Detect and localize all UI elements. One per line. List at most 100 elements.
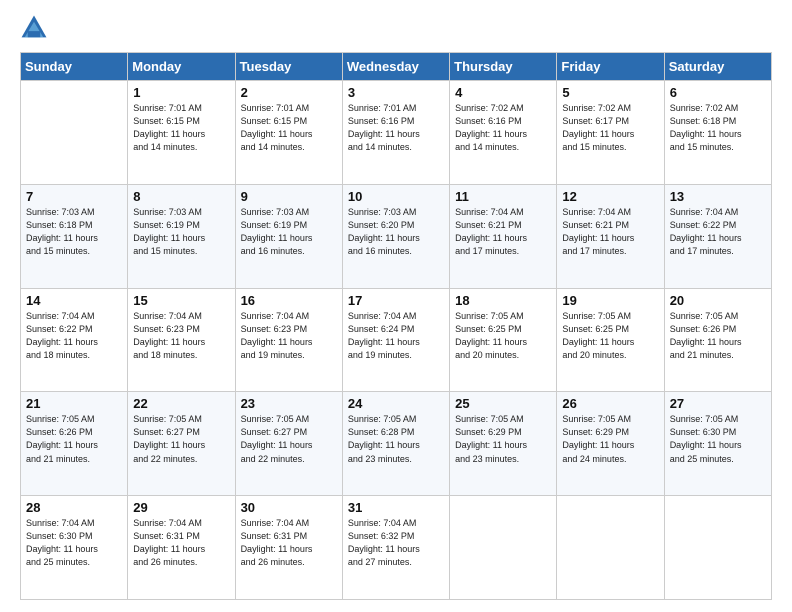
day-number: 12 bbox=[562, 189, 658, 204]
day-info: Sunrise: 7:04 AM Sunset: 6:22 PM Dayligh… bbox=[670, 206, 766, 258]
day-info: Sunrise: 7:05 AM Sunset: 6:26 PM Dayligh… bbox=[26, 413, 122, 465]
weekday-header-wednesday: Wednesday bbox=[342, 53, 449, 81]
day-cell: 12 Sunrise: 7:04 AM Sunset: 6:21 PM Dayli… bbox=[557, 184, 664, 288]
day-number: 31 bbox=[348, 500, 444, 515]
day-info: Sunrise: 7:04 AM Sunset: 6:30 PM Dayligh… bbox=[26, 517, 122, 569]
day-cell: 16 Sunrise: 7:04 AM Sunset: 6:23 PM Dayli… bbox=[235, 288, 342, 392]
day-info: Sunrise: 7:02 AM Sunset: 6:18 PM Dayligh… bbox=[670, 102, 766, 154]
day-number: 15 bbox=[133, 293, 229, 308]
day-number: 25 bbox=[455, 396, 551, 411]
day-cell: 29 Sunrise: 7:04 AM Sunset: 6:31 PM Dayli… bbox=[128, 496, 235, 600]
day-info: Sunrise: 7:01 AM Sunset: 6:16 PM Dayligh… bbox=[348, 102, 444, 154]
day-cell: 25 Sunrise: 7:05 AM Sunset: 6:29 PM Dayli… bbox=[450, 392, 557, 496]
day-number: 24 bbox=[348, 396, 444, 411]
day-info: Sunrise: 7:01 AM Sunset: 6:15 PM Dayligh… bbox=[133, 102, 229, 154]
week-row-1: 1 Sunrise: 7:01 AM Sunset: 6:15 PM Daylig… bbox=[21, 81, 772, 185]
weekday-header-row: SundayMondayTuesdayWednesdayThursdayFrid… bbox=[21, 53, 772, 81]
day-cell: 11 Sunrise: 7:04 AM Sunset: 6:21 PM Dayli… bbox=[450, 184, 557, 288]
day-info: Sunrise: 7:04 AM Sunset: 6:22 PM Dayligh… bbox=[26, 310, 122, 362]
day-info: Sunrise: 7:05 AM Sunset: 6:26 PM Dayligh… bbox=[670, 310, 766, 362]
day-cell: 26 Sunrise: 7:05 AM Sunset: 6:29 PM Dayli… bbox=[557, 392, 664, 496]
day-cell: 14 Sunrise: 7:04 AM Sunset: 6:22 PM Dayli… bbox=[21, 288, 128, 392]
day-cell: 4 Sunrise: 7:02 AM Sunset: 6:16 PM Daylig… bbox=[450, 81, 557, 185]
day-info: Sunrise: 7:03 AM Sunset: 6:18 PM Dayligh… bbox=[26, 206, 122, 258]
day-info: Sunrise: 7:05 AM Sunset: 6:29 PM Dayligh… bbox=[562, 413, 658, 465]
day-cell: 6 Sunrise: 7:02 AM Sunset: 6:18 PM Daylig… bbox=[664, 81, 771, 185]
day-cell: 7 Sunrise: 7:03 AM Sunset: 6:18 PM Daylig… bbox=[21, 184, 128, 288]
day-cell: 21 Sunrise: 7:05 AM Sunset: 6:26 PM Dayli… bbox=[21, 392, 128, 496]
day-number: 22 bbox=[133, 396, 229, 411]
day-cell bbox=[664, 496, 771, 600]
header bbox=[20, 18, 772, 42]
day-cell: 30 Sunrise: 7:04 AM Sunset: 6:31 PM Dayli… bbox=[235, 496, 342, 600]
day-number: 27 bbox=[670, 396, 766, 411]
day-number: 4 bbox=[455, 85, 551, 100]
weekday-header-friday: Friday bbox=[557, 53, 664, 81]
day-cell: 27 Sunrise: 7:05 AM Sunset: 6:30 PM Dayli… bbox=[664, 392, 771, 496]
day-info: Sunrise: 7:05 AM Sunset: 6:25 PM Dayligh… bbox=[562, 310, 658, 362]
day-info: Sunrise: 7:04 AM Sunset: 6:31 PM Dayligh… bbox=[133, 517, 229, 569]
day-number: 7 bbox=[26, 189, 122, 204]
day-info: Sunrise: 7:04 AM Sunset: 6:21 PM Dayligh… bbox=[455, 206, 551, 258]
day-number: 29 bbox=[133, 500, 229, 515]
day-number: 8 bbox=[133, 189, 229, 204]
day-number: 19 bbox=[562, 293, 658, 308]
day-info: Sunrise: 7:04 AM Sunset: 6:23 PM Dayligh… bbox=[133, 310, 229, 362]
day-info: Sunrise: 7:04 AM Sunset: 6:32 PM Dayligh… bbox=[348, 517, 444, 569]
day-number: 6 bbox=[670, 85, 766, 100]
calendar-table: SundayMondayTuesdayWednesdayThursdayFrid… bbox=[20, 52, 772, 600]
day-info: Sunrise: 7:04 AM Sunset: 6:24 PM Dayligh… bbox=[348, 310, 444, 362]
day-number: 20 bbox=[670, 293, 766, 308]
day-cell: 9Sunrise: 7:03 AM Sunset: 6:19 PM Daylig… bbox=[235, 184, 342, 288]
day-info: Sunrise: 7:05 AM Sunset: 6:25 PM Dayligh… bbox=[455, 310, 551, 362]
day-number: 5 bbox=[562, 85, 658, 100]
day-info: Sunrise: 7:02 AM Sunset: 6:16 PM Dayligh… bbox=[455, 102, 551, 154]
day-cell: 5 Sunrise: 7:02 AM Sunset: 6:17 PM Daylig… bbox=[557, 81, 664, 185]
day-info: Sunrise: 7:05 AM Sunset: 6:27 PM Dayligh… bbox=[241, 413, 337, 465]
day-number: 14 bbox=[26, 293, 122, 308]
logo-icon bbox=[20, 14, 48, 42]
day-cell: 22Sunrise: 7:05 AM Sunset: 6:27 PM Dayli… bbox=[128, 392, 235, 496]
day-cell: 24Sunrise: 7:05 AM Sunset: 6:28 PM Dayli… bbox=[342, 392, 449, 496]
weekday-header-saturday: Saturday bbox=[664, 53, 771, 81]
week-row-5: 28 Sunrise: 7:04 AM Sunset: 6:30 PM Dayli… bbox=[21, 496, 772, 600]
day-number: 30 bbox=[241, 500, 337, 515]
weekday-header-thursday: Thursday bbox=[450, 53, 557, 81]
day-info: Sunrise: 7:05 AM Sunset: 6:29 PM Dayligh… bbox=[455, 413, 551, 465]
day-number: 16 bbox=[241, 293, 337, 308]
day-cell: 28 Sunrise: 7:04 AM Sunset: 6:30 PM Dayli… bbox=[21, 496, 128, 600]
day-info: Sunrise: 7:05 AM Sunset: 6:30 PM Dayligh… bbox=[670, 413, 766, 465]
day-cell: 23Sunrise: 7:05 AM Sunset: 6:27 PM Dayli… bbox=[235, 392, 342, 496]
week-row-3: 14 Sunrise: 7:04 AM Sunset: 6:22 PM Dayli… bbox=[21, 288, 772, 392]
day-cell bbox=[557, 496, 664, 600]
day-number: 21 bbox=[26, 396, 122, 411]
day-cell bbox=[450, 496, 557, 600]
day-number: 11 bbox=[455, 189, 551, 204]
day-info: Sunrise: 7:04 AM Sunset: 6:23 PM Dayligh… bbox=[241, 310, 337, 362]
day-number: 1 bbox=[133, 85, 229, 100]
logo bbox=[20, 18, 50, 42]
day-info: Sunrise: 7:03 AM Sunset: 6:19 PM Dayligh… bbox=[133, 206, 229, 258]
day-number: 3 bbox=[348, 85, 444, 100]
day-cell: 13 Sunrise: 7:04 AM Sunset: 6:22 PM Dayli… bbox=[664, 184, 771, 288]
day-cell: 8 Sunrise: 7:03 AM Sunset: 6:19 PM Daylig… bbox=[128, 184, 235, 288]
weekday-header-tuesday: Tuesday bbox=[235, 53, 342, 81]
day-cell: 10Sunrise: 7:03 AM Sunset: 6:20 PM Dayli… bbox=[342, 184, 449, 288]
day-number: 28 bbox=[26, 500, 122, 515]
weekday-header-monday: Monday bbox=[128, 53, 235, 81]
weekday-header-sunday: Sunday bbox=[21, 53, 128, 81]
day-number: 18 bbox=[455, 293, 551, 308]
day-cell: 18 Sunrise: 7:05 AM Sunset: 6:25 PM Dayli… bbox=[450, 288, 557, 392]
week-row-2: 7 Sunrise: 7:03 AM Sunset: 6:18 PM Daylig… bbox=[21, 184, 772, 288]
day-info: Sunrise: 7:02 AM Sunset: 6:17 PM Dayligh… bbox=[562, 102, 658, 154]
day-cell: 20 Sunrise: 7:05 AM Sunset: 6:26 PM Dayli… bbox=[664, 288, 771, 392]
day-number: 26 bbox=[562, 396, 658, 411]
day-number: 13 bbox=[670, 189, 766, 204]
page: SundayMondayTuesdayWednesdayThursdayFrid… bbox=[0, 0, 792, 612]
day-number: 9 bbox=[241, 189, 337, 204]
day-info: Sunrise: 7:01 AM Sunset: 6:15 PM Dayligh… bbox=[241, 102, 337, 154]
day-info: Sunrise: 7:04 AM Sunset: 6:21 PM Dayligh… bbox=[562, 206, 658, 258]
day-cell: 15 Sunrise: 7:04 AM Sunset: 6:23 PM Dayli… bbox=[128, 288, 235, 392]
day-cell: 2Sunrise: 7:01 AM Sunset: 6:15 PM Daylig… bbox=[235, 81, 342, 185]
day-info: Sunrise: 7:04 AM Sunset: 6:31 PM Dayligh… bbox=[241, 517, 337, 569]
